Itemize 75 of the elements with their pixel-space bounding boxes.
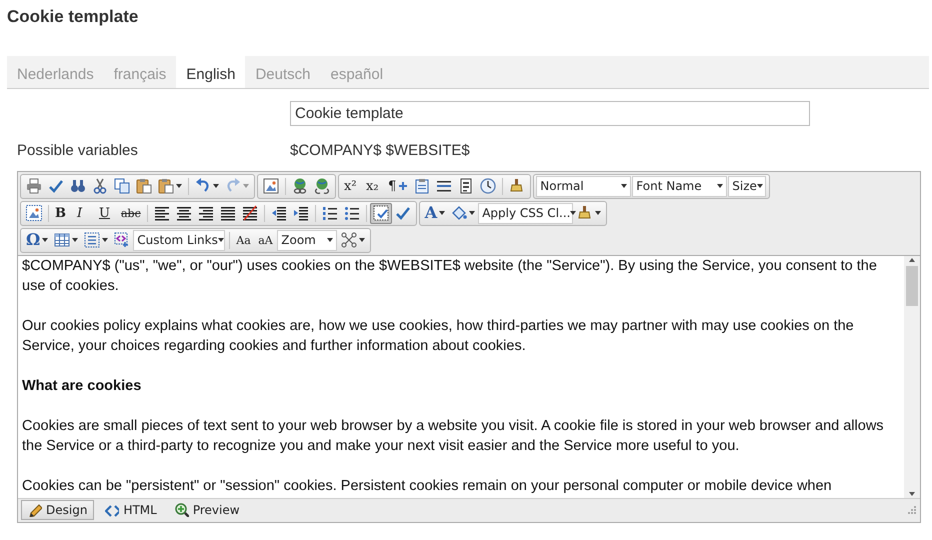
- checkmark-icon: [48, 178, 64, 194]
- toolbar-button[interactable]: abc: [118, 202, 144, 224]
- toolbar-button[interactable]: x₂: [363, 176, 385, 196]
- mode-tab[interactable]: Preview: [168, 500, 247, 520]
- globe-broken-link-icon: [314, 178, 330, 194]
- scrollbar[interactable]: [904, 256, 920, 498]
- code-bracket-icon: [114, 232, 130, 248]
- binoculars-icon: [70, 178, 86, 194]
- align-left-icon: [154, 205, 170, 221]
- paint-bucket-icon: [451, 205, 468, 221]
- page-title: Cookie template: [6, 6, 140, 28]
- align-right-icon: [198, 205, 214, 221]
- toolbar-button[interactable]: x²: [341, 176, 363, 196]
- globe-link-icon: [292, 178, 308, 194]
- toolbar-dropdown[interactable]: Zoom: [277, 230, 338, 250]
- form-icon: [458, 178, 474, 194]
- toolbar-button[interactable]: Ω: [23, 230, 52, 250]
- title-field[interactable]: Cookie template: [290, 101, 810, 126]
- align-none-icon: [242, 205, 258, 221]
- toolbar-button[interactable]: A: [422, 202, 448, 224]
- toolbar-button[interactable]: B: [52, 202, 74, 224]
- clipboard-icon: [414, 178, 430, 194]
- language-tab[interactable]: English: [176, 56, 246, 88]
- numbered-list-icon: [322, 205, 338, 221]
- content-heading: What are cookies: [22, 376, 142, 396]
- toolbar-dropdown[interactable]: Font Name: [632, 176, 728, 196]
- table-border-icon: [372, 205, 389, 221]
- pencil-icon: [28, 503, 42, 517]
- mode-tab[interactable]: HTML: [98, 500, 164, 520]
- mode-tab[interactable]: Design: [21, 500, 94, 520]
- dotted-list-icon: [84, 232, 100, 248]
- toolbar-button[interactable]: Aa: [233, 230, 256, 250]
- brush-icon: [509, 178, 526, 194]
- toolbar-button[interactable]: U: [96, 202, 118, 224]
- documents-icon: [114, 178, 130, 194]
- clipboard-icon: [158, 178, 174, 194]
- field-label: Possible variables: [16, 141, 139, 161]
- content-paragraph: Our cookies policy explains what cookies are, how we use cookies, how third-parties we may partner with may use cookies on the Service, your choices regarding cookies and further information about cookies.: [22, 316, 855, 356]
- outdent-icon: [270, 205, 287, 221]
- printer-icon: [26, 178, 42, 194]
- toolbar-button[interactable]: [370, 202, 392, 224]
- toolbar-dropdown[interactable]: Normal: [536, 176, 632, 196]
- brush-icon: [577, 205, 594, 221]
- image-icon: [263, 178, 279, 194]
- toolbar-dropdown[interactable]: Apply CSS Cl...: [478, 202, 574, 224]
- align-justify-icon: [220, 205, 236, 221]
- network-icon: [341, 232, 358, 248]
- scissors-icon: [92, 178, 108, 194]
- resize-grip-icon: [906, 504, 917, 516]
- image-icon: [26, 205, 42, 221]
- plus-icon: [398, 181, 408, 191]
- scroll-down-arrow-icon[interactable]: [908, 490, 916, 498]
- bullet-list-icon: [344, 205, 360, 221]
- toolbar-button[interactable]: I: [74, 202, 96, 224]
- content-paragraph: Cookies can be "persistent" or "session" cookies. Persistent cookies remain on your personal computer or mobile device when: [22, 476, 833, 496]
- toolbar-dropdown[interactable]: Size: [728, 176, 766, 196]
- scroll-up-arrow-icon[interactable]: [908, 256, 916, 264]
- lines-icon: [436, 178, 452, 194]
- redo-icon: [225, 178, 241, 194]
- variables-text: $COMPANY$ $WEBSITE$: [290, 141, 470, 161]
- align-center-icon: [176, 205, 192, 221]
- toolbar-button[interactable]: aA: [255, 230, 278, 250]
- indent-icon: [292, 205, 309, 221]
- clock-icon: [480, 178, 496, 194]
- code-icon: [105, 503, 120, 517]
- scroll-thumb[interactable]: [906, 266, 918, 306]
- undo-icon: [195, 178, 211, 194]
- table-icon: [54, 232, 70, 248]
- content-paragraph: Cookies are small pieces of text sent to your web browser by a website you visit. A cookie file is stored in your web browser and allows the Service or a third-party to recognize you and make your next visit easier and the Service more useful to you.: [22, 416, 885, 456]
- clipboard-icon: [136, 178, 152, 194]
- toolbar-dropdown[interactable]: Custom Links: [133, 230, 226, 250]
- checkmark-icon: [394, 205, 411, 221]
- toolbar-button[interactable]: ¶: [385, 176, 412, 196]
- magnifier-icon: [174, 503, 189, 517]
- content-paragraph: $COMPANY$ ("us", "we", or "our") uses cookies on the $WEBSITE$ website (the "Service"). By using the Service, you consent to the use of cookies.: [22, 256, 878, 296]
